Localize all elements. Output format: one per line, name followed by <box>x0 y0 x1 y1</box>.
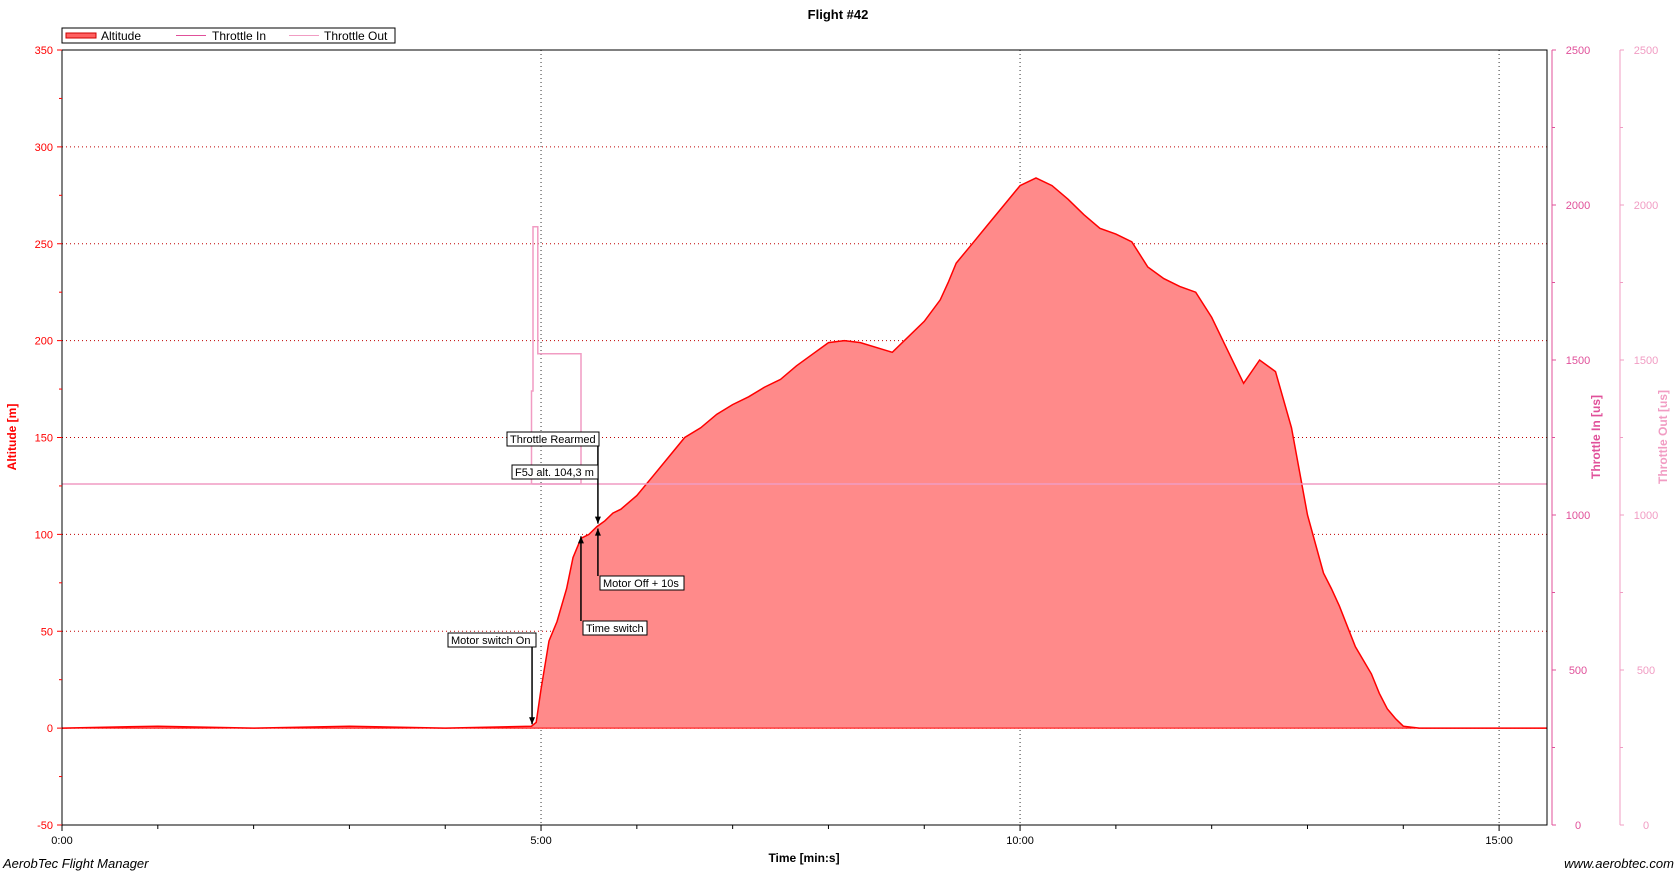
y-axis-label-throttle-in: Throttle In [us] <box>1589 395 1603 479</box>
throttle-in-axis-tick-label: 2500 <box>1566 45 1590 57</box>
altitude-tick-label: 300 <box>35 142 53 154</box>
throttle-out-axis-tick-label: 0 <box>1643 820 1649 832</box>
chart: Flight #42 Altitude Throttle In Throttle… <box>0 0 1677 873</box>
throttle-in-axis-tick-label: 0 <box>1575 820 1581 832</box>
throttle-in-axis-tick-label: 500 <box>1569 665 1587 677</box>
annotation-motor-switch-on-label: Motor switch On <box>451 635 530 647</box>
altitude-tick-label: 150 <box>35 433 53 445</box>
altitude-tick-label: -50 <box>37 820 53 832</box>
x-axis-label: Time [min:s] <box>768 851 839 865</box>
time-tick-label: 0:00 <box>51 835 72 847</box>
altitude-tick-label: 250 <box>35 239 53 251</box>
legend: Altitude Throttle In Throttle Out <box>61 27 396 44</box>
altitude-tick-label: 100 <box>35 529 53 541</box>
annotation-throttle-rearmed-label: Throttle Rearmed <box>510 434 596 446</box>
throttle-in-axis-tick-label: 1500 <box>1566 355 1590 367</box>
footer-app-name: AerobTec Flight Manager <box>2 856 149 871</box>
throttle-out-axis-tick-label: 1000 <box>1634 510 1658 522</box>
footer-website: www.aerobtec.com <box>1564 856 1674 871</box>
altitude-tick-label: 0 <box>47 723 53 735</box>
throttle-out-axis-tick-label: 1500 <box>1634 355 1658 367</box>
legend-swatch-altitude <box>65 32 97 39</box>
altitude-tick-label: 50 <box>41 626 53 638</box>
annotation-motor-off-label: Motor Off + 10s <box>603 578 679 590</box>
throttle-in-axis-tick-label: 2000 <box>1566 200 1590 212</box>
throttle-out-axis-tick-label: 2500 <box>1634 45 1658 57</box>
throttle-in-axis-tick-label: 1000 <box>1566 510 1590 522</box>
time-tick-label: 10:00 <box>1006 835 1034 847</box>
altitude-tick-label: 350 <box>35 45 53 57</box>
y-axis-label-altitude: Altitude [m] <box>5 404 19 471</box>
throttle-out-axis-tick-label: 500 <box>1637 665 1655 677</box>
altitude-tick-label: 200 <box>35 336 53 348</box>
y-axis-label-throttle-out: Throttle Out [us] <box>1656 390 1670 484</box>
throttle-out-axis-tick-label: 2000 <box>1634 200 1658 212</box>
legend-label-throttle-out: Throttle Out <box>324 29 388 43</box>
time-tick-label: 5:00 <box>530 835 551 847</box>
annotation-time-switch-label: Time switch <box>586 623 644 635</box>
chart-title: Flight #42 <box>808 7 869 22</box>
legend-label-altitude: Altitude <box>101 29 141 43</box>
annotation-f5j-altitude-label: F5J alt. 104,3 m <box>515 467 594 479</box>
time-tick-label: 15:00 <box>1485 835 1513 847</box>
legend-label-throttle-in: Throttle In <box>212 29 266 43</box>
